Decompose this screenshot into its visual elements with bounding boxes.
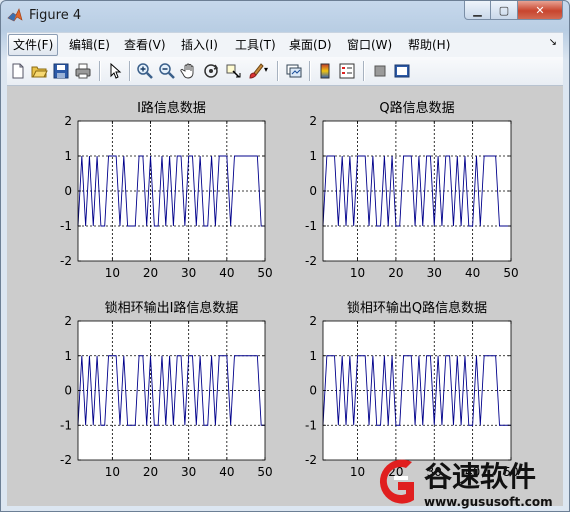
y-tick-label: 1	[64, 149, 72, 163]
subplot-title: I路信息数据	[137, 100, 206, 116]
y-tick-label: 2	[64, 314, 72, 328]
menu-file[interactable]: 文件(F)	[8, 34, 59, 56]
menu-window[interactable]: 窗口(W)	[343, 36, 396, 54]
zoom-out-icon[interactable]	[158, 62, 176, 80]
x-tick-label: 50	[503, 266, 518, 280]
y-tick-label: -1	[60, 219, 72, 233]
brush-icon[interactable]	[246, 62, 264, 80]
y-tick-label: -2	[305, 254, 317, 268]
watermark-url: www.gususoft.com	[424, 495, 553, 509]
open-file-icon[interactable]	[30, 62, 48, 80]
edit-plot-arrow-icon[interactable]	[106, 62, 124, 80]
figure-window: Figure 4 ▁ ▢ ✕ 文件(F) 编辑(E) 查看(V) 插入(I) 工…	[0, 0, 570, 512]
new-figure-icon[interactable]	[9, 62, 27, 80]
y-tick-label: -2	[60, 254, 72, 268]
x-tick-label: 30	[181, 266, 196, 280]
title-bar[interactable]: Figure 4 ▁ ▢ ✕	[1, 1, 569, 31]
toolbar-separator	[363, 61, 364, 81]
x-tick-label: 30	[427, 266, 442, 280]
x-tick-label: 20	[143, 266, 158, 280]
toolbar-separator	[129, 61, 130, 81]
watermark-brand: 谷速软件	[424, 460, 536, 493]
brush-dropdown-icon[interactable]: ▾	[264, 65, 274, 83]
figure-toolbar: ▾	[7, 57, 563, 86]
toolbar-separator	[309, 61, 310, 81]
window-title: Figure 4	[29, 8, 82, 23]
close-button[interactable]: ✕	[517, 1, 563, 20]
y-tick-label: -2	[305, 453, 317, 467]
menu-bar: 文件(F) 编辑(E) 查看(V) 插入(I) 工具(T) 桌面(D) 窗口(W…	[7, 32, 563, 57]
print-icon[interactable]	[74, 62, 92, 80]
y-tick-label: 0	[64, 184, 72, 198]
figure-canvas: 10 20 30 40 50 -2 -1 0 1 2 I路信息数据 10 20 30 40 50 -2 -1 0 1 2…	[7, 86, 563, 506]
x-tick-label: 50	[257, 266, 272, 280]
x-tick-label: 10	[350, 465, 365, 479]
y-tick-label: 2	[309, 114, 317, 128]
y-tick-label: 1	[64, 349, 72, 363]
plot-area: 10 20 30 40 50-2-1012I路信息数据10 20 30 40 50-2-1012…	[60, 100, 519, 479]
y-tick-label: -1	[305, 219, 317, 233]
y-tick-label: 0	[309, 184, 317, 198]
zoom-in-icon[interactable]	[136, 62, 154, 80]
menu-edit[interactable]: 编辑(E)	[65, 36, 114, 54]
gususoft-logo-icon	[379, 459, 414, 504]
menu-tools[interactable]: 工具(T)	[231, 36, 280, 54]
legend-icon[interactable]	[338, 62, 356, 80]
menu-insert[interactable]: 插入(I)	[177, 36, 222, 54]
hide-plot-tools-icon[interactable]	[371, 62, 389, 80]
show-plot-tools-icon[interactable]	[393, 62, 411, 80]
matlab-logo-icon	[7, 8, 23, 22]
y-tick-label: 2	[64, 114, 72, 128]
x-tick-label: 50	[257, 465, 272, 479]
x-tick-label: 10	[350, 266, 365, 280]
maximize-button[interactable]: ▢	[491, 1, 517, 20]
menu-overflow-icon[interactable]: ↘	[549, 37, 557, 48]
y-tick-label: -1	[305, 418, 317, 432]
menu-view[interactable]: 查看(V)	[120, 36, 170, 54]
colorbar-icon[interactable]	[316, 62, 334, 80]
y-tick-label: -1	[60, 418, 72, 432]
y-tick-label: 2	[309, 314, 317, 328]
minimize-button[interactable]: ▁	[464, 1, 491, 20]
subplot-title: 锁相环输出I路信息数据	[105, 300, 239, 316]
data-cursor-icon[interactable]	[224, 62, 242, 80]
toolbar-separator	[99, 61, 100, 81]
maximize-icon: ▢	[498, 3, 510, 17]
x-tick-label: 40	[219, 266, 234, 280]
x-tick-label: 20	[143, 465, 158, 479]
y-tick-label: 1	[309, 349, 317, 363]
subplot-title: Q路信息数据	[379, 100, 454, 116]
x-tick-label: 40	[219, 465, 234, 479]
link-plot-icon[interactable]	[285, 62, 303, 80]
toolbar-separator	[277, 61, 278, 81]
x-tick-label: 10	[105, 266, 120, 280]
y-tick-label: 0	[309, 384, 317, 398]
x-tick-label: 10	[105, 465, 120, 479]
menu-desktop[interactable]: 桌面(D)	[285, 36, 336, 54]
watermark: 谷速软件 www.gususoft.com	[379, 459, 553, 509]
save-icon[interactable]	[52, 62, 70, 80]
menu-help[interactable]: 帮助(H)	[404, 36, 454, 54]
rotate-3d-icon[interactable]	[202, 62, 220, 80]
subplot-title: 锁相环输出Q路信息数据	[347, 300, 487, 316]
pan-hand-icon[interactable]	[180, 62, 198, 80]
x-tick-label: 40	[465, 266, 480, 280]
y-tick-label: -2	[60, 453, 72, 467]
close-icon: ✕	[535, 3, 545, 17]
x-tick-label: 30	[181, 465, 196, 479]
x-tick-label: 20	[388, 266, 403, 280]
y-tick-label: 0	[64, 384, 72, 398]
y-tick-label: 1	[309, 149, 317, 163]
minimize-icon: ▁	[473, 3, 482, 17]
